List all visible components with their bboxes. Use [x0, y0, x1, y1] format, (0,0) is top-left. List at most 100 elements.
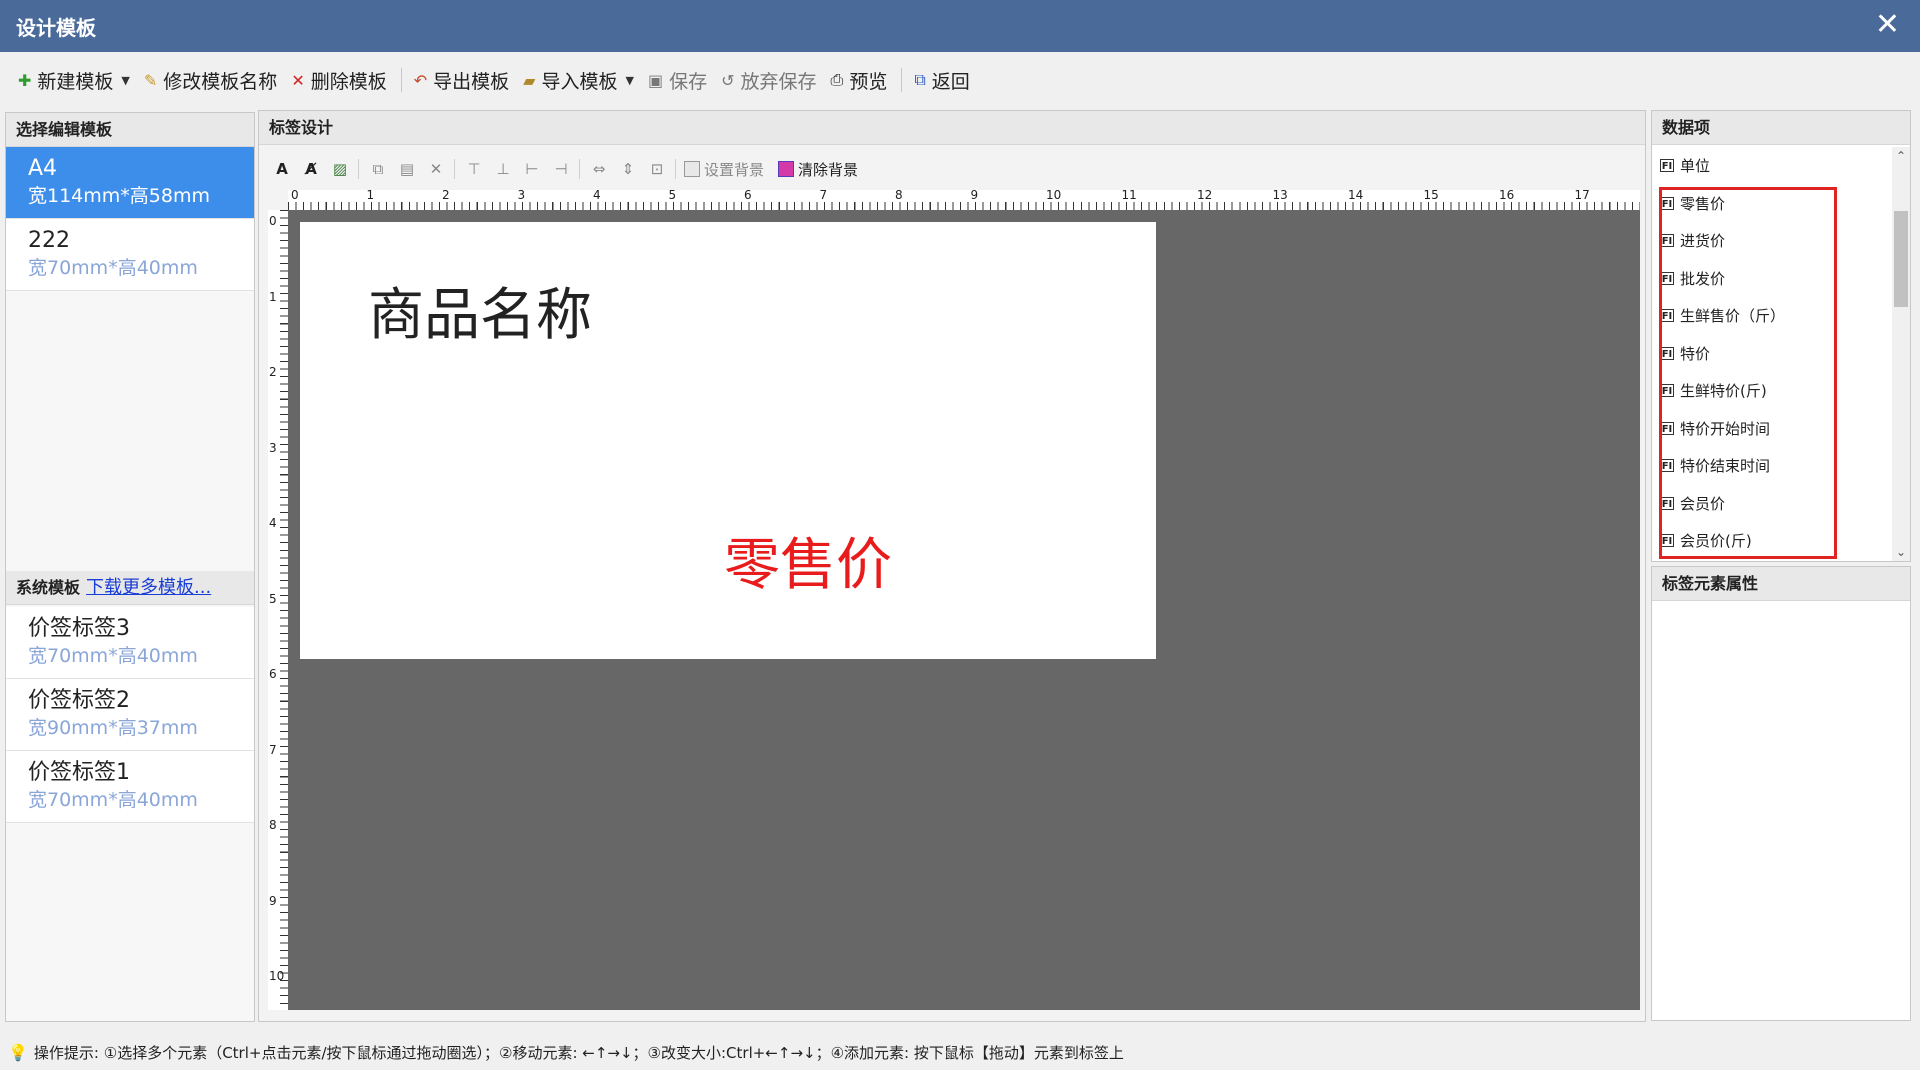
align-left-icon[interactable]: ⊢	[521, 158, 543, 180]
retail-price-element[interactable]: 零售价	[724, 520, 892, 601]
ruler-v-label: 1	[269, 289, 277, 304]
window-title: 设计模板	[16, 15, 96, 40]
set-background-button[interactable]: 设置背景	[684, 159, 764, 180]
copy-icon[interactable]: ⧉	[367, 158, 389, 180]
ruler-v-label: 8	[269, 818, 277, 832]
data-item[interactable]: FI 生鲜特价(斤)	[1652, 372, 1892, 410]
back-icon: ⧉	[914, 70, 926, 89]
close-icon[interactable]: ✕	[1875, 8, 1900, 42]
export-template-button[interactable]: ↶ 导出模板	[414, 67, 509, 94]
label-design-header: 标签设计	[259, 111, 1645, 145]
ruler-h-label: 8	[895, 188, 903, 202]
field-icon: FI	[1660, 459, 1674, 473]
same-size-icon[interactable]: ⊡	[646, 158, 668, 180]
field-icon: FI	[1660, 496, 1674, 510]
design-toolbar: A A̸ ▨ ⧉ ▤ ✕ ⊤ ⊥ ⊢ ⊣ ⇔ ⇕ ⊡ 设置背景 清除背景	[271, 155, 872, 183]
data-item[interactable]: FI 批发价	[1652, 260, 1892, 298]
data-item-label: 特价	[1680, 344, 1711, 363]
template-item-a4[interactable]: A4 宽114mm*高58mm	[6, 147, 254, 219]
data-item[interactable]: FI 会员价(斤)	[1652, 522, 1892, 560]
element-properties-header: 标签元素属性	[1652, 567, 1910, 601]
data-item-label: 特价开始时间	[1680, 419, 1771, 438]
scroll-thumb[interactable]	[1894, 211, 1908, 307]
delete-template-button[interactable]: ✕ 删除模板	[291, 67, 386, 94]
add-text-icon[interactable]: A	[271, 158, 293, 180]
save-button[interactable]: ▣ 保存	[648, 67, 707, 94]
pencil-icon: ✎	[143, 70, 158, 90]
new-template-dropdown-icon[interactable]: ▼	[121, 74, 129, 87]
data-items-panel: 数据项 FI 单位 FI 零售价 FI 进货价 FI 批发价 FI 生鲜售价（斤） FI 特价 FI 生鲜…	[1651, 110, 1911, 562]
delete-element-icon[interactable]: ✕	[425, 158, 447, 180]
new-template-button[interactable]: ✚ 新建模板	[18, 67, 113, 94]
toolbar-divider	[901, 68, 903, 92]
data-item-label: 零售价	[1680, 194, 1726, 213]
data-items-scrollbar[interactable]: ⌃ ⌄	[1892, 147, 1910, 561]
discard-save-button[interactable]: ↺ 放弃保存	[721, 67, 816, 94]
rename-template-button[interactable]: ✎ 修改模板名称	[144, 67, 277, 94]
undo-icon: ↺	[721, 70, 735, 90]
data-item[interactable]: FI 零售价	[1652, 185, 1892, 223]
ruler-h-label: 13	[1272, 188, 1288, 202]
plus-icon: ✚	[18, 70, 32, 90]
download-more-templates-link[interactable]: 下载更多模板...	[86, 577, 211, 598]
system-template-item[interactable]: 价签标签1 宽70mm*高40mm	[6, 751, 254, 823]
product-name-element[interactable]: 商品名称	[368, 270, 592, 351]
data-item[interactable]: FI 单位	[1652, 147, 1892, 185]
field-icon: FI	[1660, 309, 1674, 323]
ruler-v-label: 4	[269, 516, 277, 530]
ruler-h-label: 2	[442, 188, 450, 202]
field-icon: FI	[1660, 534, 1674, 548]
back-button[interactable]: ⧉ 返回	[914, 67, 969, 94]
align-top-icon[interactable]: ⊤	[463, 158, 485, 180]
ruler-h-label: 6	[744, 188, 752, 202]
ruler-h-label: 14	[1348, 188, 1364, 202]
printer-icon: ⎙	[830, 70, 844, 89]
ruler-h-label: 9	[970, 188, 979, 202]
ruler-h-label: 1	[366, 188, 375, 202]
system-template-item[interactable]: 价签标签2 宽90mm*高37mm	[6, 679, 254, 751]
add-field-icon[interactable]: A̸	[300, 158, 322, 180]
field-icon: FI	[1660, 234, 1674, 248]
design-toolbar-divider	[358, 159, 359, 179]
data-item[interactable]: FI 进货价	[1652, 222, 1892, 260]
scroll-down-icon[interactable]: ⌄	[1892, 543, 1910, 561]
title-bar: 设计模板 ✕	[0, 0, 1920, 52]
data-item[interactable]: FI 特价结束时间	[1652, 447, 1892, 485]
ruler-h-label: 17	[1574, 188, 1590, 202]
data-item-label: 单位	[1680, 157, 1711, 176]
data-item-label: 特价结束时间	[1680, 457, 1771, 476]
field-icon: FI	[1660, 271, 1674, 285]
data-item-label: 生鲜特价(斤)	[1680, 382, 1767, 401]
system-template-item[interactable]: 价签标签3 宽70mm*高40mm	[6, 607, 254, 679]
add-image-icon[interactable]: ▨	[329, 158, 351, 180]
data-item[interactable]: FI 特价	[1652, 335, 1892, 373]
same-width-icon[interactable]: ⇔	[588, 158, 610, 180]
scroll-up-icon[interactable]: ⌃	[1892, 147, 1910, 165]
delete-x-icon: ✕	[291, 70, 305, 90]
element-properties-panel: 标签元素属性	[1651, 566, 1911, 1021]
template-item-222[interactable]: 222 宽70mm*高40mm	[6, 219, 254, 291]
vertical-ruler: 0 1 2 3 4 5 6 7 8 9 10	[268, 210, 289, 1010]
preview-button[interactable]: ⎙ 预览	[831, 67, 888, 94]
horizontal-ruler: 012345678910111213141516171	[288, 188, 1658, 211]
design-canvas[interactable]: 商品名称 零售价	[288, 210, 1640, 1010]
align-right-icon[interactable]: ⊣	[550, 158, 572, 180]
label-sheet[interactable]: 商品名称 零售价	[300, 222, 1156, 659]
data-item-label: 会员价(斤)	[1680, 532, 1752, 551]
import-template-dropdown-icon[interactable]: ▼	[625, 74, 633, 87]
ruler-h-label: 5	[668, 188, 677, 202]
align-bottom-icon[interactable]: ⊥	[492, 158, 514, 180]
data-item[interactable]: FI 特价开始时间	[1652, 410, 1892, 448]
ruler-h-label: 15	[1423, 188, 1439, 202]
lightbulb-icon: 💡	[8, 1042, 28, 1062]
paste-icon[interactable]: ▤	[396, 158, 418, 180]
data-item[interactable]: FI 生鲜售价（斤）	[1652, 297, 1892, 335]
data-item-label: 批发价	[1680, 269, 1726, 288]
field-icon: FI	[1660, 196, 1674, 210]
export-icon: ↶	[413, 70, 428, 90]
ruler-h-label: 3	[517, 188, 526, 202]
same-height-icon[interactable]: ⇕	[617, 158, 639, 180]
clear-background-button[interactable]: 清除背景	[778, 159, 858, 180]
import-template-button[interactable]: ▰ 导入模板	[523, 67, 617, 94]
data-item[interactable]: FI 会员价	[1652, 485, 1892, 523]
